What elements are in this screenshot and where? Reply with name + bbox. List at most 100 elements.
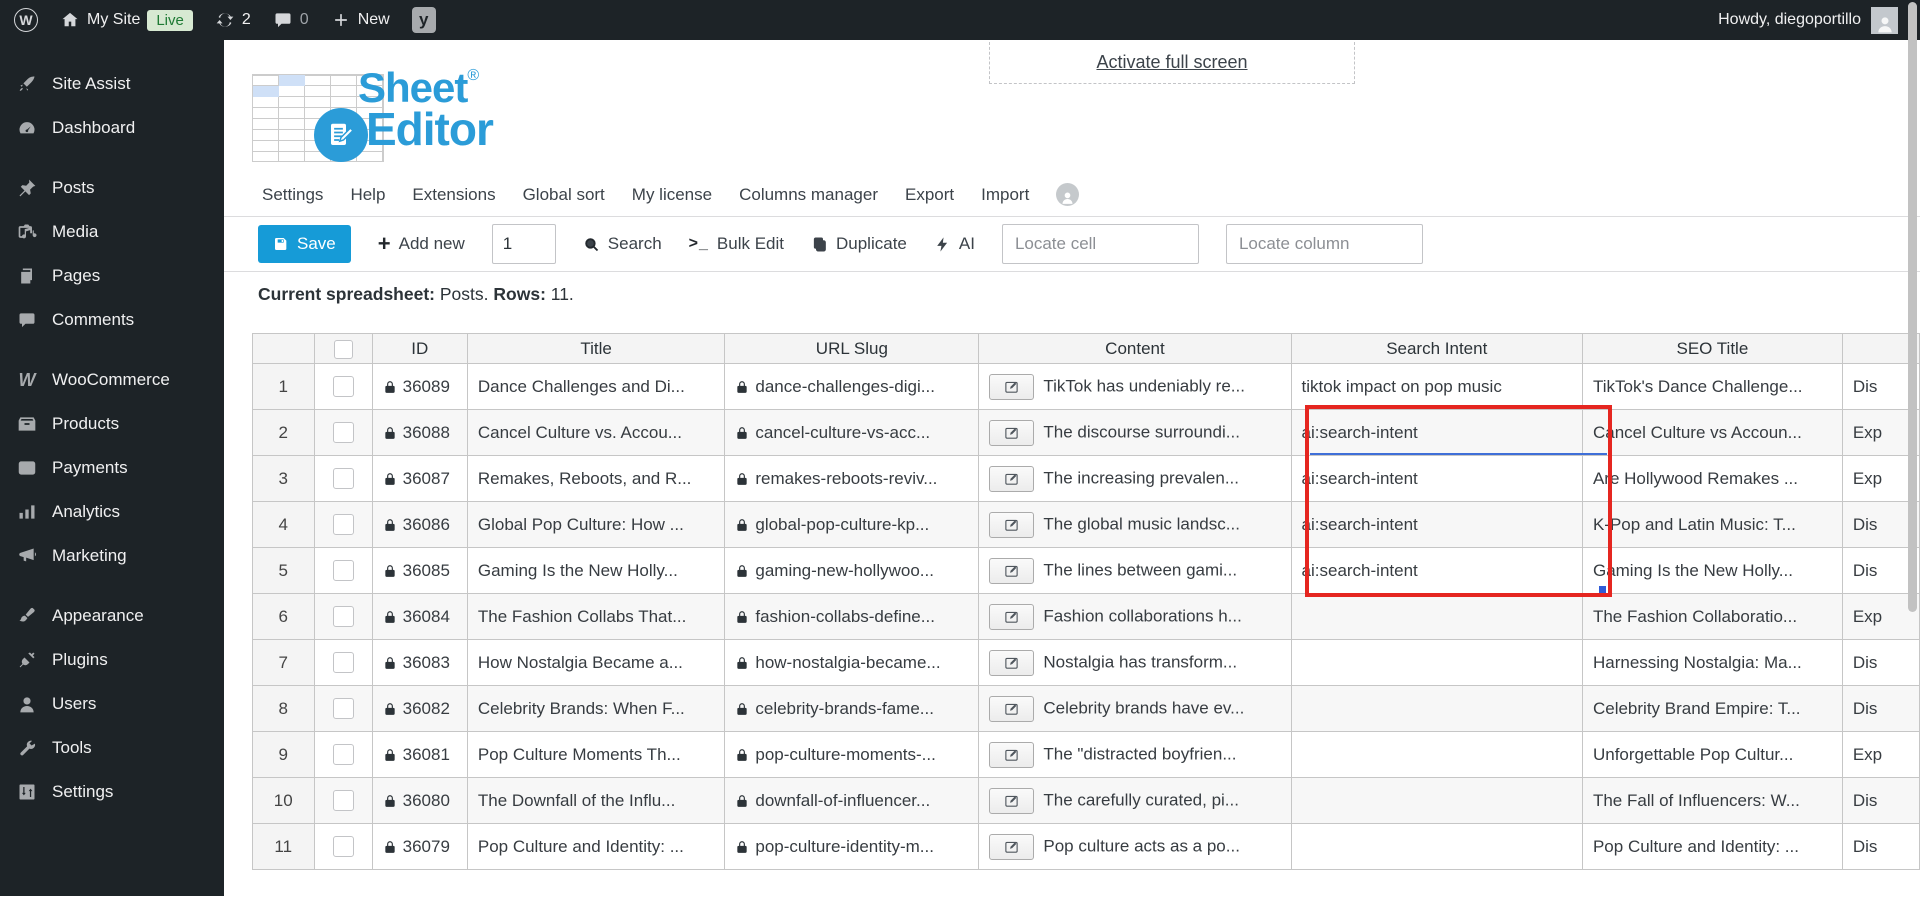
updates-indicator[interactable]: 2 bbox=[215, 10, 251, 30]
cell-content[interactable]: The carefully curated, pi... bbox=[978, 777, 1292, 824]
cell-url-slug[interactable]: downfall-of-influencer... bbox=[724, 777, 980, 824]
user-avatar[interactable] bbox=[1871, 6, 1898, 34]
cell-title[interactable]: How Nostalgia Became a... bbox=[466, 639, 726, 686]
cell-search-intent[interactable]: ai:search-intent bbox=[1290, 455, 1583, 502]
edit-content-button[interactable] bbox=[989, 649, 1035, 676]
edit-content-button[interactable] bbox=[989, 603, 1035, 630]
row-number[interactable]: 5 bbox=[252, 547, 315, 594]
cell-seo-title[interactable]: Are Hollywood Remakes ... bbox=[1581, 455, 1843, 502]
cell-cropped-column[interactable]: Exp bbox=[1841, 731, 1920, 778]
menu-item-help[interactable]: Help bbox=[350, 185, 385, 205]
cell-search-intent[interactable] bbox=[1290, 823, 1583, 870]
row-checkbox[interactable] bbox=[332, 836, 354, 857]
cell-seo-title[interactable]: The Fall of Influencers: W... bbox=[1581, 777, 1843, 824]
row-number[interactable]: 10 bbox=[252, 777, 315, 824]
row-checkbox[interactable] bbox=[332, 744, 354, 765]
sidebar-item-dashboard[interactable]: Dashboard bbox=[0, 106, 224, 150]
sidebar-item-pages[interactable]: Pages bbox=[0, 254, 224, 298]
cell-title[interactable]: The Fashion Collabs That... bbox=[466, 593, 726, 640]
row-number[interactable]: 2 bbox=[252, 409, 315, 456]
menu-item-import[interactable]: Import bbox=[981, 185, 1029, 205]
menu-item-my-license[interactable]: My license bbox=[632, 185, 712, 205]
column-header-search-intent[interactable]: Search Intent bbox=[1290, 333, 1583, 364]
cell-seo-title[interactable]: Harnessing Nostalgia: Ma... bbox=[1581, 639, 1843, 686]
edit-content-button[interactable] bbox=[989, 557, 1035, 584]
cell-search-intent[interactable]: ai:search-intent bbox=[1290, 501, 1583, 548]
column-header-url-slug[interactable]: URL Slug bbox=[724, 333, 980, 364]
row-number[interactable]: 8 bbox=[252, 685, 315, 732]
row-checkbox[interactable] bbox=[332, 376, 354, 397]
menu-item-extensions[interactable]: Extensions bbox=[412, 185, 495, 205]
sidebar-item-payments[interactable]: Payments bbox=[0, 446, 224, 490]
cell-seo-title[interactable]: Pop Culture and Identity: ... bbox=[1581, 823, 1843, 870]
sidebar-item-tools[interactable]: Tools bbox=[0, 726, 224, 770]
cell-cropped-column[interactable]: Dis bbox=[1841, 639, 1920, 686]
row-checkbox[interactable] bbox=[332, 790, 354, 811]
menu-item-global-sort[interactable]: Global sort bbox=[523, 185, 605, 205]
sidebar-item-site-assist[interactable]: Site Assist bbox=[0, 62, 224, 106]
sidebar-item-comments[interactable]: Comments bbox=[0, 298, 224, 342]
row-number[interactable]: 4 bbox=[252, 501, 315, 548]
locate-cell-input[interactable] bbox=[1001, 224, 1199, 264]
cell-title[interactable]: Gaming Is the New Holly... bbox=[466, 547, 726, 594]
cell-url-slug[interactable]: global-pop-culture-kp... bbox=[724, 501, 980, 548]
column-header-seo-title[interactable]: SEO Title bbox=[1581, 333, 1843, 364]
cell-seo-title[interactable]: The Fashion Collaboratio... bbox=[1581, 593, 1843, 640]
cell-id[interactable]: 36084 bbox=[371, 593, 468, 640]
selection-fill-handle[interactable] bbox=[1599, 586, 1606, 593]
cell-content[interactable]: The global music landsc... bbox=[978, 501, 1292, 548]
sidebar-item-media[interactable]: Media bbox=[0, 210, 224, 254]
menu-item-export[interactable]: Export bbox=[905, 185, 954, 205]
row-number[interactable]: 9 bbox=[252, 731, 315, 778]
cell-url-slug[interactable]: celebrity-brands-fame... bbox=[724, 685, 980, 732]
cell-id[interactable]: 36083 bbox=[371, 639, 468, 686]
cell-search-intent[interactable] bbox=[1290, 685, 1583, 732]
wp-logo-menu[interactable]: W bbox=[14, 8, 38, 32]
edit-content-button[interactable] bbox=[989, 419, 1035, 446]
site-link[interactable]: My Site Live bbox=[60, 9, 193, 31]
row-checkbox[interactable] bbox=[332, 468, 354, 489]
comments-indicator[interactable]: 0 bbox=[273, 10, 309, 30]
column-header-content[interactable]: Content bbox=[978, 333, 1292, 364]
cell-content[interactable]: Fashion collaborations h... bbox=[978, 593, 1292, 640]
cell-url-slug[interactable]: how-nostalgia-became... bbox=[724, 639, 980, 686]
cell-cropped-column[interactable]: Dis bbox=[1841, 823, 1920, 870]
sidebar-item-products[interactable]: Products bbox=[0, 402, 224, 446]
row-checkbox[interactable] bbox=[332, 698, 354, 719]
cell-url-slug[interactable]: remakes-reboots-reviv... bbox=[724, 455, 980, 502]
corner-header[interactable] bbox=[252, 333, 315, 364]
menu-item-settings[interactable]: Settings bbox=[262, 185, 323, 205]
cell-url-slug[interactable]: dance-challenges-digi... bbox=[724, 363, 980, 410]
row-checkbox[interactable] bbox=[332, 560, 354, 581]
sidebar-item-analytics[interactable]: Analytics bbox=[0, 490, 224, 534]
cell-id[interactable]: 36085 bbox=[371, 547, 468, 594]
row-number[interactable]: 1 bbox=[252, 363, 315, 410]
cell-seo-title[interactable]: TikTok's Dance Challenge... bbox=[1581, 363, 1843, 410]
edit-content-button[interactable] bbox=[989, 465, 1035, 492]
cell-content[interactable]: TikTok has undeniably re... bbox=[978, 363, 1292, 410]
sidebar-item-appearance[interactable]: Appearance bbox=[0, 594, 224, 638]
cell-search-intent[interactable] bbox=[1290, 777, 1583, 824]
cell-title[interactable]: Cancel Culture vs. Accou... bbox=[466, 409, 726, 456]
select-all-checkbox[interactable] bbox=[333, 339, 353, 359]
cell-title[interactable]: Dance Challenges and Di... bbox=[466, 363, 726, 410]
cell-search-intent[interactable] bbox=[1290, 593, 1583, 640]
cell-title[interactable]: Remakes, Reboots, and R... bbox=[466, 455, 726, 502]
sidebar-item-settings[interactable]: Settings bbox=[0, 770, 224, 814]
vertical-scrollbar[interactable] bbox=[1908, 2, 1917, 612]
cell-seo-title[interactable]: Unforgettable Pop Cultur... bbox=[1581, 731, 1843, 778]
sidebar-item-users[interactable]: Users bbox=[0, 682, 224, 726]
row-number[interactable]: 7 bbox=[252, 639, 315, 686]
cell-url-slug[interactable]: pop-culture-identity-m... bbox=[724, 823, 980, 870]
column-header-title[interactable]: Title bbox=[466, 333, 726, 364]
cell-content[interactable]: The lines between gami... bbox=[978, 547, 1292, 594]
cell-title[interactable]: Global Pop Culture: How ... bbox=[466, 501, 726, 548]
add-new-button[interactable]: + Add new bbox=[378, 233, 465, 255]
cell-title[interactable]: Pop Culture Moments Th... bbox=[466, 731, 726, 778]
cell-content[interactable]: Nostalgia has transform... bbox=[978, 639, 1292, 686]
bulk-edit-button[interactable]: >_ Bulk Edit bbox=[689, 234, 784, 254]
cell-content[interactable]: The increasing prevalen... bbox=[978, 455, 1292, 502]
cell-id[interactable]: 36087 bbox=[371, 455, 468, 502]
cell-search-intent[interactable]: ai:search-intent bbox=[1290, 547, 1583, 594]
cell-id[interactable]: 36089 bbox=[371, 363, 468, 410]
